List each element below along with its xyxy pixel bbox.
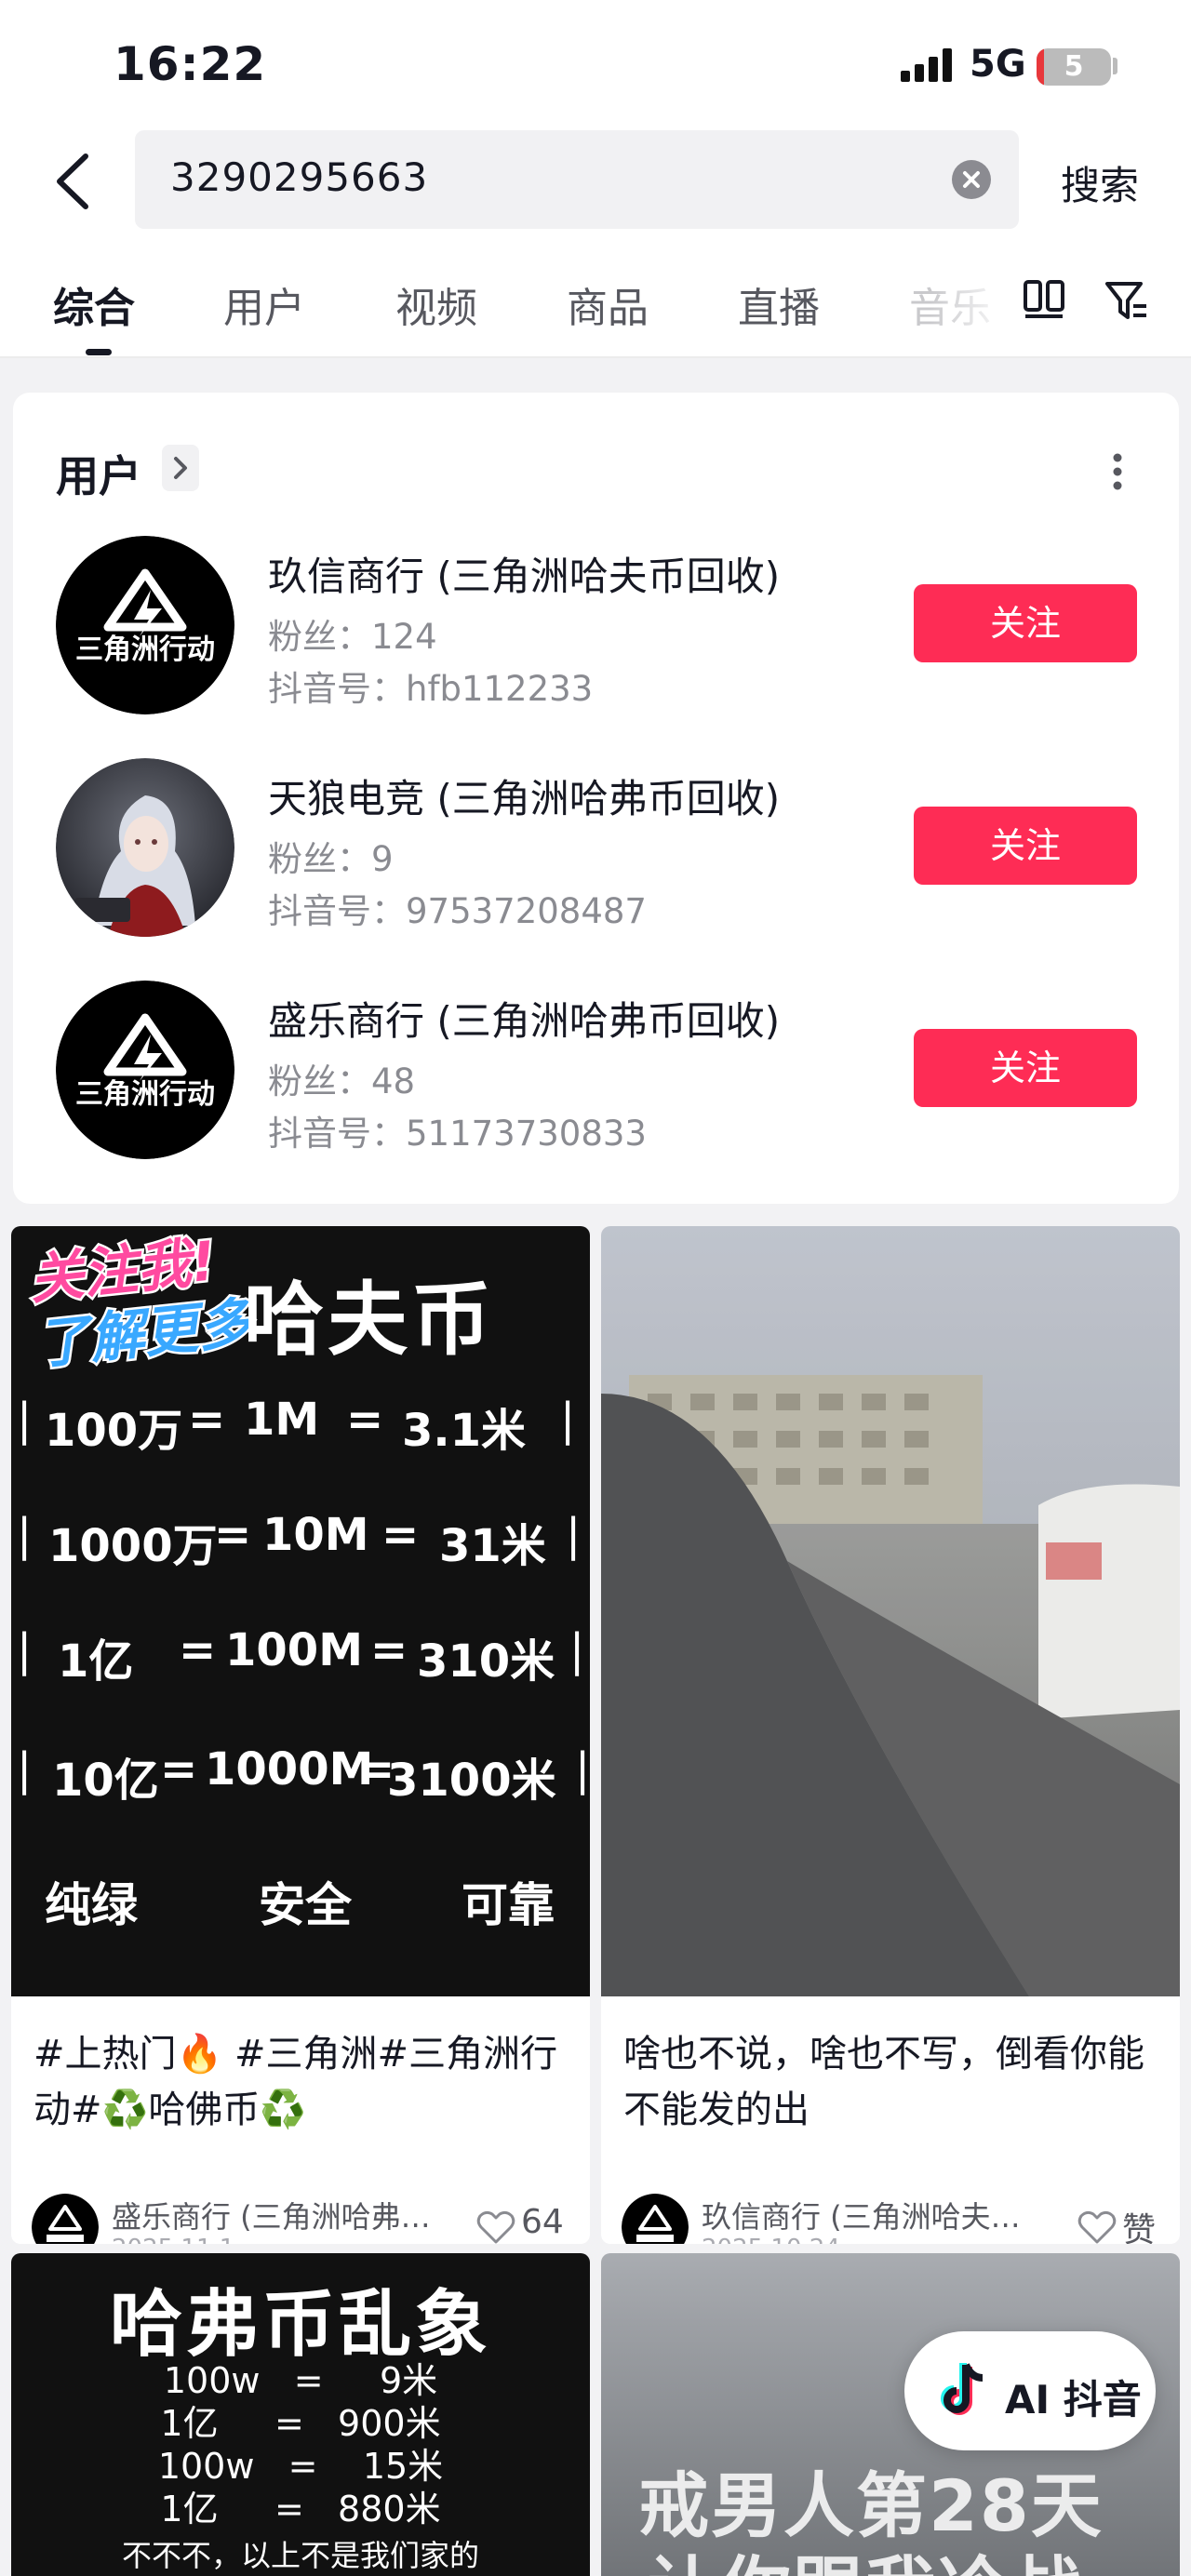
tab-users[interactable]: 用户 bbox=[223, 274, 305, 334]
avatar-logo-text: 三角洲行动 bbox=[75, 1078, 215, 1111]
video-date: 2025.10.24 bbox=[702, 2235, 840, 2244]
back-icon[interactable] bbox=[47, 149, 102, 214]
tab-videos[interactable]: 视频 bbox=[395, 274, 477, 334]
rate-cell: 100万 bbox=[45, 1405, 183, 1457]
search-button[interactable]: 搜索 bbox=[1061, 154, 1139, 211]
tab-comprehensive[interactable]: 综合 bbox=[53, 274, 135, 334]
thumbnail-line: 100w = 15米 bbox=[157, 2446, 444, 2487]
search-input[interactable]: 3290295663 bbox=[135, 130, 1019, 229]
search-tabs: 综合 用户 视频 商品 直播 音乐 bbox=[0, 237, 1191, 358]
clear-icon[interactable] bbox=[952, 160, 991, 199]
tab-products[interactable]: 商品 bbox=[567, 274, 649, 334]
user-fans: 粉丝：48 bbox=[268, 1061, 416, 1101]
video-author[interactable]: 玖信商行 (三角洲哈夫币回收) bbox=[702, 2194, 1037, 2236]
video-date: 2025.11.1 bbox=[112, 2235, 234, 2244]
rate-cell: 1M bbox=[244, 1394, 320, 1446]
thumbnail-title: 哈弗币乱象 bbox=[109, 2283, 491, 2367]
ai-douyin-button[interactable]: AI 抖音 bbox=[904, 2331, 1156, 2450]
user-name: 天狼电竞 (三角洲哈弗币回收) bbox=[268, 776, 781, 821]
rate-cell: 1亿 bbox=[58, 1635, 134, 1688]
video-thumbnail[interactable] bbox=[601, 1226, 1180, 1996]
search-query[interactable]: 3290295663 bbox=[170, 154, 428, 200]
user-row[interactable]: 三角洲行动 盛乐商行 (三角洲哈弗币回收) 粉丝：48 抖音号：51173730… bbox=[13, 981, 1179, 1167]
user-douyin-id: 抖音号：97537208487 bbox=[268, 891, 647, 931]
thumbnail-line: 1亿 = 900米 bbox=[160, 2403, 441, 2444]
more-options-icon[interactable] bbox=[1111, 448, 1124, 495]
thumb-tag: 纯绿 bbox=[45, 1878, 138, 1932]
rate-cell: 1000万 bbox=[48, 1520, 218, 1572]
section-title-users[interactable]: 用户 bbox=[56, 443, 141, 504]
chevron-right-icon[interactable] bbox=[162, 445, 199, 491]
video-caption[interactable]: #上热门🔥 #三角洲#三角洲行动#♻️哈佛币♻️ bbox=[33, 2026, 573, 2138]
avatar-logo-text: 三角洲行动 bbox=[75, 634, 215, 666]
author-avatar[interactable] bbox=[32, 2194, 99, 2244]
user-name: 玖信商行 (三角洲哈夫币回收) bbox=[268, 554, 781, 599]
follow-button[interactable]: 关注 bbox=[914, 807, 1137, 885]
like-count: 赞 bbox=[1122, 2211, 1157, 2244]
user-fans: 粉丝：9 bbox=[268, 839, 394, 879]
rate-cell: 10亿 bbox=[52, 1755, 159, 1807]
user-row[interactable]: 三角洲行动 玖信商行 (三角洲哈夫币回收) 粉丝：124 抖音号：hfb1122… bbox=[13, 536, 1179, 722]
user-results-card: 用户 三角洲行动 玖信商行 (三角洲哈夫币回收) 粉丝：124 抖音号：hfb1… bbox=[13, 393, 1179, 1204]
signal-icon bbox=[901, 48, 952, 82]
avatar[interactable] bbox=[56, 758, 234, 937]
heart-icon[interactable] bbox=[476, 2209, 515, 2244]
rate-cell: 310米 bbox=[417, 1635, 555, 1688]
user-row[interactable]: 天狼电竞 (三角洲哈弗币回收) 粉丝：9 抖音号：97537208487 关注 bbox=[13, 758, 1179, 944]
layout-toggle-icon[interactable] bbox=[1022, 276, 1066, 321]
status-bar: 16:22 5G 5 bbox=[0, 0, 1191, 130]
thumbnail-line: 100w = 9米 bbox=[163, 2360, 438, 2401]
rate-cell: 1000M bbox=[205, 1743, 374, 1795]
active-tab-indicator bbox=[86, 349, 112, 355]
avatar[interactable]: 三角洲行动 bbox=[56, 536, 234, 714]
video-card[interactable]: 啥也不说，啥也不写，倒看你能不能发的出 玖信商行 (三角洲哈夫币回收) 2025… bbox=[601, 1226, 1180, 2244]
video-card[interactable]: 关注我! 了解更多 哈夫币 | 100万 = 1M = 3.1米 | | 100… bbox=[11, 1226, 590, 2244]
network-type: 5G bbox=[970, 43, 1026, 86]
video-caption[interactable]: 啥也不说，啥也不写，倒看你能不能发的出 bbox=[623, 2026, 1163, 2138]
ai-douyin-label: AI 抖音 bbox=[1005, 2377, 1142, 2423]
user-fans: 粉丝：124 bbox=[268, 617, 437, 657]
rate-cell: 100M bbox=[225, 1624, 363, 1676]
filter-icon[interactable] bbox=[1104, 278, 1148, 323]
thumb-tag: 可靠 bbox=[462, 1878, 555, 1932]
author-avatar[interactable] bbox=[622, 2194, 689, 2244]
tab-live[interactable]: 直播 bbox=[738, 274, 820, 334]
video-author[interactable]: 盛乐商行 (三角洲哈弗币回收) bbox=[112, 2194, 447, 2236]
thumbnail-title: 哈夫币 bbox=[244, 1274, 495, 1367]
follow-button[interactable]: 关注 bbox=[914, 584, 1137, 662]
douyin-logo-icon bbox=[938, 2359, 996, 2421]
thumbnail-line: 1亿 = 880米 bbox=[160, 2489, 441, 2529]
avatar[interactable]: 三角洲行动 bbox=[56, 981, 234, 1159]
user-douyin-id: 抖音号：51173730833 bbox=[268, 1114, 647, 1154]
tab-fade bbox=[930, 265, 1014, 330]
video-thumbnail[interactable]: 哈弗币乱象 100w = 9米 1亿 = 900米 100w = 15米 1亿 … bbox=[11, 2253, 590, 2576]
heart-icon[interactable] bbox=[1077, 2209, 1117, 2244]
search-header: 3290295663 搜索 bbox=[0, 130, 1191, 237]
battery-cap bbox=[1113, 58, 1117, 74]
like-count: 64 bbox=[521, 2203, 564, 2241]
thumb-tag: 安全 bbox=[259, 1878, 352, 1932]
rate-cell: 10M bbox=[262, 1509, 369, 1561]
video-thumbnail[interactable]: 关注我! 了解更多 哈夫币 | 100万 = 1M = 3.1米 | | 100… bbox=[11, 1226, 590, 1996]
user-name: 盛乐商行 (三角洲哈弗币回收) bbox=[268, 998, 781, 1044]
battery-level: 5 bbox=[1064, 50, 1084, 83]
user-douyin-id: 抖音号：hfb112233 bbox=[268, 669, 594, 709]
battery-icon: 5 bbox=[1037, 48, 1111, 86]
follow-button[interactable]: 关注 bbox=[914, 1029, 1137, 1107]
rate-cell: 3.1米 bbox=[402, 1405, 527, 1457]
rate-cell: 3100米 bbox=[387, 1755, 556, 1807]
thumbnail-line: 不不不，以上不是我们家的 bbox=[121, 2538, 479, 2573]
rate-cell: 31米 bbox=[439, 1520, 546, 1572]
thumbnail-line: 让你跟我冷战 bbox=[648, 2532, 1083, 2576]
status-time: 16:22 bbox=[114, 37, 267, 91]
follow-me-badge: 关注我! 了解更多 bbox=[24, 1226, 265, 1395]
